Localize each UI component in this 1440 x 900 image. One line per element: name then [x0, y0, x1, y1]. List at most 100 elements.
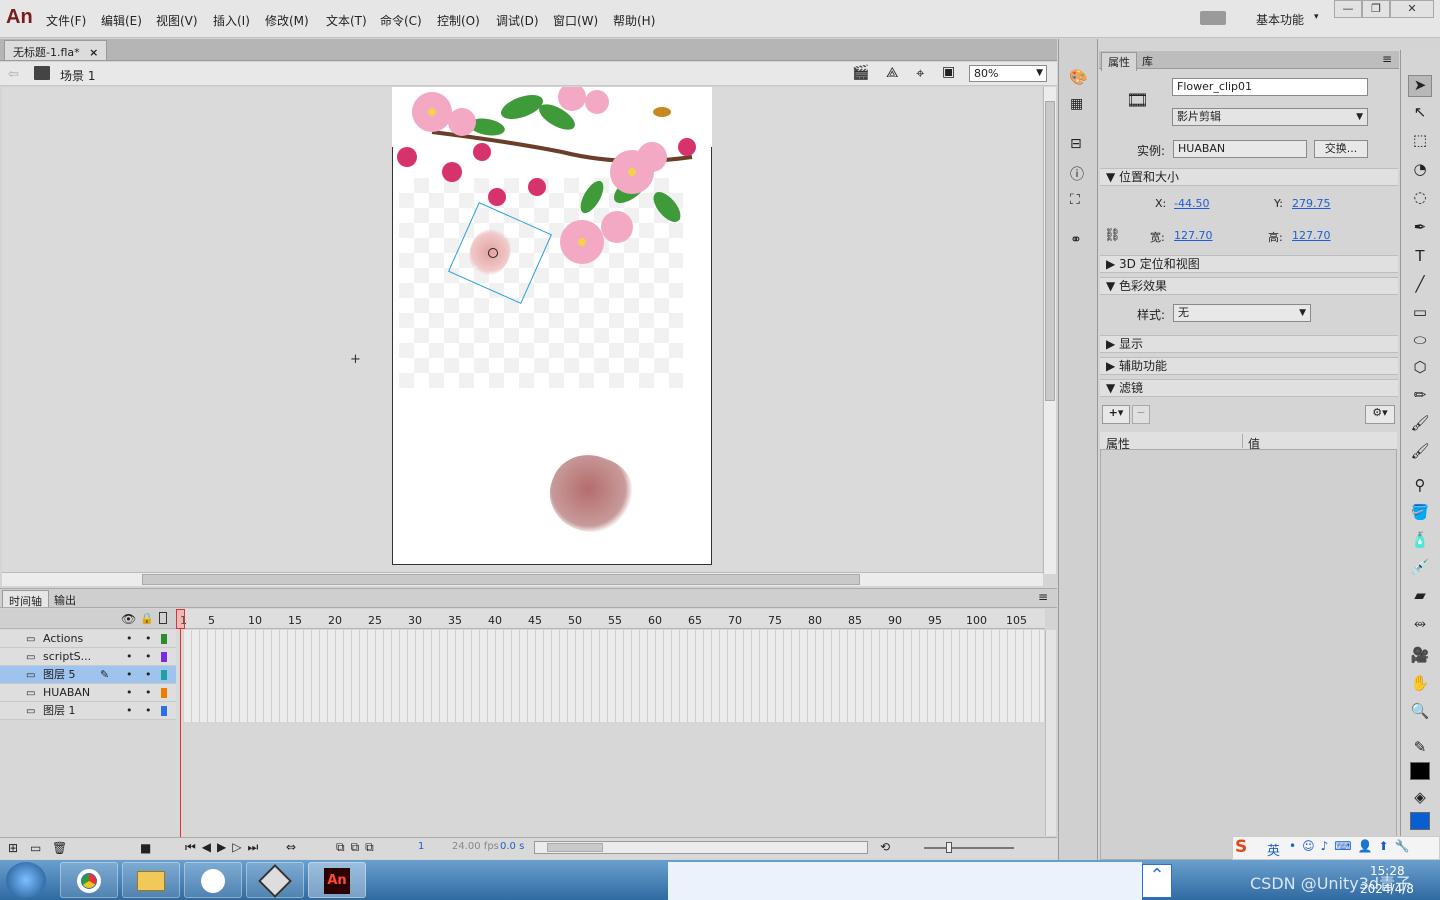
- close-tab-icon[interactable]: ×: [89, 46, 98, 59]
- lasso-tool-icon[interactable]: ◌: [1408, 188, 1432, 210]
- menu-help[interactable]: 帮助(H): [613, 12, 655, 29]
- playback-controls[interactable]: ⏮◀▶▷⏭: [185, 840, 264, 855]
- layer-row[interactable]: ▭ 图层 1 • •: [0, 702, 176, 720]
- layer-row[interactable]: ▭ HUABAN • •: [0, 684, 176, 702]
- onion-skin-icons[interactable]: ⧉⧉⧉: [336, 840, 380, 855]
- stage-vertical-scrollbar[interactable]: [1043, 87, 1056, 574]
- start-button[interactable]: [6, 862, 46, 898]
- 3d-rotation-tool-icon[interactable]: ◔: [1408, 160, 1432, 182]
- section-color-effect[interactable]: ▼ 色彩效果: [1100, 277, 1398, 295]
- timeline-vertical-scrollbar[interactable]: [1045, 630, 1056, 836]
- ime-toolbar[interactable]: S 英 •☺♪⌨👤⬆🔧: [1232, 836, 1440, 860]
- section-3d[interactable]: ▶ 3D 定位和视图: [1100, 255, 1398, 273]
- close-window-button[interactable]: ✕: [1390, 0, 1434, 18]
- center-frame-icon[interactable]: ⇔: [286, 840, 296, 854]
- layer-row[interactable]: ▭ scriptS... • •: [0, 648, 176, 666]
- eyedropper-tool-icon[interactable]: 💉: [1408, 558, 1432, 580]
- delete-layer-icon[interactable]: 🗑: [52, 841, 67, 855]
- symbol-type-select[interactable]: 影片剪辑 ▼: [1172, 108, 1368, 126]
- section-display[interactable]: ▶ 显示: [1100, 335, 1398, 353]
- zoom-slider-handle[interactable]: [946, 842, 952, 853]
- edit-scene-icon[interactable]: 🎬: [852, 65, 869, 81]
- current-frame[interactable]: 1: [418, 841, 424, 852]
- selection-tool-icon[interactable]: ➤: [1408, 75, 1432, 97]
- x-value[interactable]: -44.50: [1174, 197, 1209, 210]
- layer-row-selected[interactable]: ▭ 图层 5 ✎ • •: [0, 666, 176, 684]
- menu-modify[interactable]: 修改(M): [265, 12, 309, 29]
- taskbar-thumbnails[interactable]: [668, 862, 1142, 900]
- restore-button[interactable]: ❐: [1362, 0, 1390, 18]
- layer-row[interactable]: ▭ Actions • •: [0, 630, 176, 648]
- tab-output[interactable]: 输出: [48, 590, 82, 607]
- rectangle-tool-icon[interactable]: ▭: [1408, 303, 1432, 325]
- line-tool-icon[interactable]: ╱: [1408, 275, 1432, 297]
- panel-menu-icon[interactable]: ≡: [1038, 590, 1048, 604]
- frame-grid[interactable]: [184, 630, 1044, 722]
- align-icon[interactable]: ⊟: [1070, 136, 1082, 152]
- width-value[interactable]: 127.70: [1174, 229, 1213, 242]
- zoom-select[interactable]: 80% ▼: [969, 65, 1047, 82]
- camera-tool-icon[interactable]: 🎥: [1408, 646, 1432, 668]
- color-panel-icon[interactable]: 🎨: [1069, 68, 1088, 86]
- brush-tool-icon[interactable]: 🖌: [1408, 414, 1432, 436]
- clock-time[interactable]: 15:28: [1370, 864, 1405, 878]
- frame-rate[interactable]: 24.00 fps: [452, 841, 499, 852]
- menu-commands[interactable]: 命令(C): [380, 12, 422, 29]
- taskbar-app[interactable]: [184, 862, 242, 898]
- width-tool-icon[interactable]: ⥈: [1408, 614, 1432, 636]
- ime-tool-icons[interactable]: •☺♪⌨👤⬆🔧: [1289, 839, 1416, 853]
- taskbar-animate[interactable]: An: [308, 862, 366, 898]
- menu-debug[interactable]: 调试(D): [496, 12, 539, 29]
- stroke-color-icon[interactable]: ✎: [1408, 738, 1432, 760]
- taskbar-chrome[interactable]: [60, 862, 118, 898]
- pencil-tool-icon[interactable]: ✏: [1408, 386, 1432, 408]
- timeline-horizontal-scrollbar[interactable]: [534, 841, 868, 854]
- eraser-tool-icon[interactable]: ▰: [1408, 586, 1432, 608]
- paint-brush-tool-icon[interactable]: 🖌: [1408, 442, 1432, 464]
- workspace-switcher[interactable]: 基本功能: [1256, 11, 1304, 28]
- filter-options-button[interactable]: ⚙▾: [1365, 405, 1395, 424]
- scrollbar-thumb[interactable]: [1045, 101, 1055, 401]
- zoom-slider[interactable]: [924, 847, 1014, 849]
- components-icon[interactable]: ⚭: [1070, 232, 1082, 248]
- tab-library[interactable]: 库: [1142, 53, 1153, 69]
- scrollbar-thumb[interactable]: [142, 574, 860, 585]
- ime-mode[interactable]: 英: [1267, 840, 1280, 859]
- frame-ruler[interactable]: 1 5 10 15 20 25 30 35 40 45 50 55 60 65 …: [176, 609, 1045, 629]
- center-stage-icon[interactable]: ⌖: [916, 64, 924, 82]
- new-layer-icon[interactable]: ⊞: [8, 841, 18, 855]
- playhead[interactable]: [176, 609, 185, 629]
- instance-name-input[interactable]: Flower_clip01: [1172, 78, 1368, 96]
- bone-tool-icon[interactable]: ⚲: [1408, 476, 1432, 498]
- minimize-button[interactable]: —: [1334, 0, 1362, 18]
- swatches-icon[interactable]: ▦: [1070, 96, 1083, 112]
- tab-properties[interactable]: 属性: [1101, 52, 1137, 71]
- clock-date[interactable]: 2024/4/8: [1360, 882, 1414, 896]
- oval-tool-icon[interactable]: ⬭: [1408, 331, 1432, 353]
- pen-tool-icon[interactable]: ✒: [1408, 218, 1432, 240]
- menu-file[interactable]: 文件(F): [46, 12, 86, 29]
- paint-bucket-tool-icon[interactable]: 🪣: [1408, 503, 1432, 525]
- y-value[interactable]: 279.75: [1292, 197, 1331, 210]
- edit-symbol-icon[interactable]: ⟁: [886, 65, 899, 81]
- menu-control[interactable]: 控制(O): [437, 12, 480, 29]
- menu-view[interactable]: 视图(V): [156, 12, 198, 29]
- text-tool-icon[interactable]: T: [1408, 247, 1432, 269]
- style-select[interactable]: 无 ▼: [1173, 304, 1311, 322]
- section-accessibility[interactable]: ▶ 辅助功能: [1100, 357, 1398, 375]
- menu-insert[interactable]: 插入(I): [213, 12, 250, 29]
- tray-expand-icon[interactable]: ⌃: [1142, 864, 1172, 898]
- add-filter-button[interactable]: +▾: [1102, 405, 1130, 424]
- menu-edit[interactable]: 编辑(E): [101, 12, 142, 29]
- menu-text[interactable]: 文本(T): [326, 12, 367, 29]
- tab-timeline[interactable]: 时间轴: [2, 590, 49, 608]
- section-filters[interactable]: ▼ 滤镜: [1100, 379, 1398, 397]
- ink-bottle-tool-icon[interactable]: 🧴: [1408, 531, 1432, 553]
- loop-icon[interactable]: ⟲: [880, 840, 890, 854]
- polystar-tool-icon[interactable]: ⬡: [1408, 358, 1432, 380]
- new-folder-icon[interactable]: ▭: [30, 841, 41, 855]
- info-icon[interactable]: ⓘ: [1070, 164, 1084, 184]
- outline-icon[interactable]: [159, 612, 167, 624]
- camera-icon[interactable]: ■: [140, 841, 151, 855]
- elapsed-time[interactable]: 0.0 s: [500, 841, 524, 852]
